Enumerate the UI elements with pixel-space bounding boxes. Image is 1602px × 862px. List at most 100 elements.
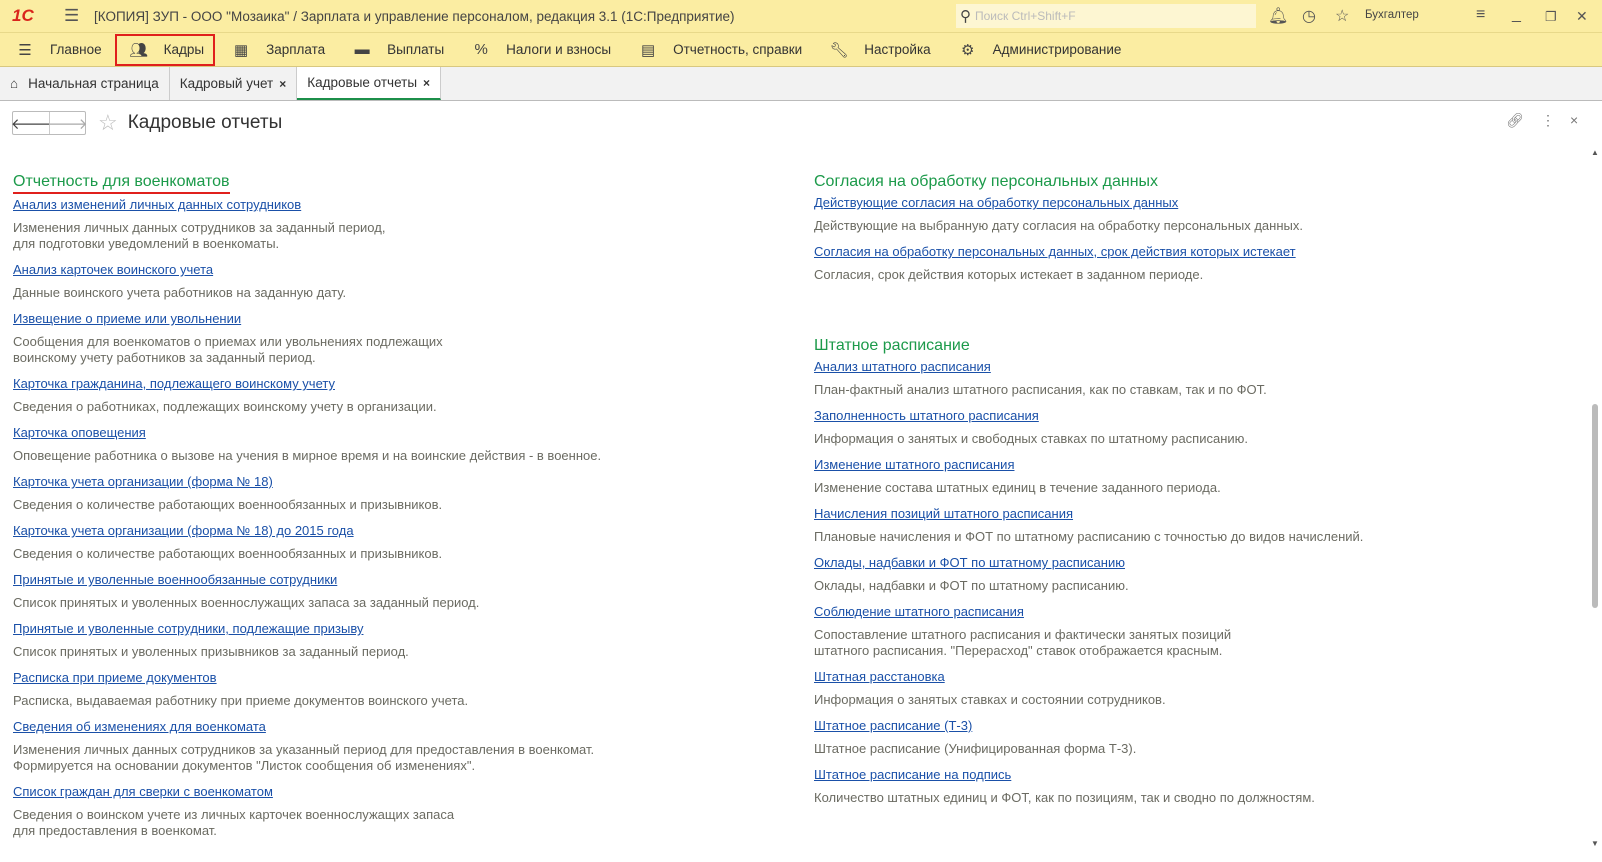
report-link[interactable]: Оклады, надбавки и ФОТ по штатному распи… bbox=[814, 555, 1125, 571]
menu-item-salary[interactable]: ▦ Зарплата bbox=[216, 33, 337, 67]
report-item: Список граждан для сверки с военкоматом С… bbox=[13, 784, 601, 839]
report-item: Анализ карточек воинского учета Данные во… bbox=[13, 262, 601, 301]
report-link[interactable]: Принятые и уволенные военнообязанные сот… bbox=[13, 572, 337, 588]
report-description: Список принятых и уволенных призывников … bbox=[13, 644, 409, 659]
menu-item-settings[interactable]: 🔧︎ Настройка bbox=[814, 33, 942, 67]
report-description: Сведения о количестве работающих военноо… bbox=[13, 497, 443, 512]
menu-icon: ☰ bbox=[18, 41, 32, 59]
report-item: Согласия на обработку персональных данны… bbox=[814, 244, 1303, 283]
report-link[interactable]: Изменение штатного расписания bbox=[814, 457, 1014, 473]
report-link[interactable]: Карточка гражданина, подлежащего воинско… bbox=[13, 376, 335, 392]
report-link[interactable]: Извещение о приеме или увольнении bbox=[13, 311, 241, 327]
report-link[interactable]: Карточка учета организации (форма № 18) bbox=[13, 474, 273, 490]
menu-item-main[interactable]: ☰ Главное bbox=[0, 33, 114, 67]
more-icon[interactable]: ⋮ bbox=[1541, 112, 1555, 129]
report-item: Сведения об изменениях для военкомата Изм… bbox=[13, 719, 601, 774]
main-menu-icon[interactable]: ☰ bbox=[64, 6, 90, 26]
report-item: Штатная расстановка Информация о занятых … bbox=[814, 669, 1363, 708]
report-link[interactable]: Карточка оповещения bbox=[13, 425, 146, 441]
report-link[interactable]: Штатная расстановка bbox=[814, 669, 945, 685]
report-description: Согласия, срок действия которых истекает… bbox=[814, 267, 1204, 282]
bell-icon[interactable]: 🔔︎ bbox=[1268, 6, 1288, 26]
report-link[interactable]: Расписка при приеме документов bbox=[13, 670, 217, 686]
menu-item-reports[interactable]: ▤ Отчетность, справки bbox=[623, 33, 814, 67]
report-link[interactable]: Действующие согласия на обработку персон… bbox=[814, 195, 1178, 211]
menu-item-taxes[interactable]: % Налоги и взносы bbox=[456, 33, 623, 67]
report-description: Сведения о количестве работающих военноо… bbox=[13, 546, 443, 561]
report-link[interactable]: Анализ штатного расписания bbox=[814, 359, 991, 375]
menu-item-payments[interactable]: ▬ Выплаты bbox=[337, 33, 456, 67]
vertical-scrollbar[interactable]: ▲ ▼ bbox=[1589, 148, 1601, 848]
section-title: Отчетность для военкоматов bbox=[13, 172, 230, 194]
forward-button[interactable]: 🡒 bbox=[47, 112, 88, 134]
report-link[interactable]: Штатное расписание (Т-3) bbox=[814, 718, 972, 734]
history-icon[interactable]: ◷ bbox=[1302, 6, 1316, 26]
reports-icon: ▤ bbox=[641, 41, 656, 59]
scroll-up-icon[interactable]: ▲ bbox=[1591, 148, 1599, 157]
report-item: Анализ изменений личных данных сотрудник… bbox=[13, 197, 601, 252]
consents-section: Согласия на обработку персональных данны… bbox=[814, 172, 1303, 293]
report-link[interactable]: Согласия на обработку персональных данны… bbox=[814, 244, 1296, 260]
report-item: Расписка при приеме документов Расписка, … bbox=[13, 670, 601, 709]
menu-item-admin[interactable]: ⚙ Администрирование bbox=[943, 33, 1134, 67]
report-link[interactable]: Соблюдение штатного расписания bbox=[814, 604, 1024, 620]
close-tab-icon[interactable]: × bbox=[279, 77, 286, 91]
report-description: Изменения личных данных сотрудников за з… bbox=[13, 220, 386, 251]
tab-hr-accounting[interactable]: Кадровый учет × bbox=[170, 67, 298, 100]
report-link[interactable]: Принятые и уволенные сотрудники, подлежа… bbox=[13, 621, 363, 637]
wrench-icon: 🔧︎ bbox=[829, 41, 849, 59]
favorites-star-icon[interactable]: ☆ bbox=[1335, 6, 1349, 26]
restore-icon[interactable]: ❐ bbox=[1545, 9, 1557, 25]
scroll-down-icon[interactable]: ▼ bbox=[1591, 839, 1599, 848]
report-item: Карточка учета организации (форма № 18) С… bbox=[13, 474, 601, 513]
report-item: Анализ штатного расписания План-фактный а… bbox=[814, 359, 1363, 398]
app-logo: 1С bbox=[12, 6, 34, 25]
current-user[interactable]: Бухгалтер bbox=[1365, 9, 1419, 21]
wallet-icon: ▬ bbox=[354, 41, 370, 58]
report-link[interactable]: Штатное расписание на подпись bbox=[814, 767, 1011, 783]
search-input[interactable]: ⚲ Поиск Ctrl+Shift+F bbox=[956, 4, 1256, 28]
report-item: Заполненность штатного расписания Информа… bbox=[814, 408, 1363, 447]
report-link[interactable]: Начисления позиций штатного расписания bbox=[814, 506, 1073, 522]
report-description: Информация о занятых и свободных ставках… bbox=[814, 431, 1249, 446]
report-description: Оклады, надбавки и ФОТ по штатному распи… bbox=[814, 578, 1129, 593]
report-link[interactable]: Список граждан для сверки с военкоматом bbox=[13, 784, 273, 800]
close-window-icon[interactable]: ✕ bbox=[1576, 8, 1588, 25]
home-icon: ⌂ bbox=[10, 76, 19, 91]
report-link[interactable]: Сведения об изменениях для военкомата bbox=[13, 719, 266, 735]
report-description: План-фактный анализ штатного расписания,… bbox=[814, 382, 1267, 397]
settings-menu-icon[interactable]: ≡ bbox=[1476, 6, 1485, 24]
close-tab-icon[interactable]: × bbox=[423, 76, 430, 90]
report-description: Список принятых и уволенных военнослужащ… bbox=[13, 595, 480, 610]
report-description: Количество штатных единиц и ФОТ, как по … bbox=[814, 790, 1315, 805]
report-link[interactable]: Заполненность штатного расписания bbox=[814, 408, 1039, 424]
report-link[interactable]: Анализ карточек воинского учета bbox=[13, 262, 213, 278]
report-link[interactable]: Карточка учета организации (форма № 18) … bbox=[13, 523, 354, 539]
sections-menu: ☰ Главное 👥︎ Кадры ▦ Зарплата ▬ Выплаты % Нал… bbox=[0, 33, 1602, 67]
report-item: Действующие согласия на обработку персон… bbox=[814, 195, 1303, 234]
back-button[interactable]: 🡐 bbox=[11, 112, 51, 134]
people-icon: 👥︎ bbox=[129, 41, 149, 59]
menu-item-hr[interactable]: 👥︎ Кадры bbox=[114, 33, 216, 67]
report-description: Расписка, выдаваемая работнику при прием… bbox=[13, 693, 469, 708]
close-form-icon[interactable]: × bbox=[1570, 112, 1578, 128]
tab-home[interactable]: ⌂ Начальная страница bbox=[0, 67, 170, 100]
section-title: Согласия на обработку персональных данны… bbox=[814, 173, 1159, 190]
report-description: Сведения о воинском учете из личных карт… bbox=[13, 807, 455, 838]
page-title: Кадровые отчеты bbox=[127, 112, 283, 133]
report-description: Сведения о работниках, подлежащих воинск… bbox=[13, 399, 437, 414]
tab-hr-reports[interactable]: Кадровые отчеты × bbox=[297, 67, 442, 100]
minimize-icon[interactable]: _ bbox=[1512, 6, 1521, 24]
report-item: Соблюдение штатного расписания Сопоставле… bbox=[814, 604, 1363, 659]
report-description: Изменение состава штатных единиц в течен… bbox=[814, 480, 1221, 495]
report-link[interactable]: Анализ изменений личных данных сотрудник… bbox=[13, 197, 301, 213]
report-item: Карточка учета организации (форма № 18) … bbox=[13, 523, 601, 562]
scroll-thumb[interactable] bbox=[1592, 404, 1598, 608]
report-item: Начисления позиций штатного расписания Пл… bbox=[814, 506, 1363, 545]
search-placeholder: Поиск Ctrl+Shift+F bbox=[975, 9, 1076, 23]
report-description: Изменения личных данных сотрудников за у… bbox=[13, 742, 595, 773]
report-description: Штатное расписание (Унифицированная форм… bbox=[814, 741, 1137, 756]
staffing-section: Штатное расписание Анализ штатного распи… bbox=[814, 336, 1363, 816]
link-icon[interactable]: 🔗︎ bbox=[1506, 112, 1524, 129]
favorite-star-icon[interactable]: ☆ bbox=[98, 110, 118, 136]
